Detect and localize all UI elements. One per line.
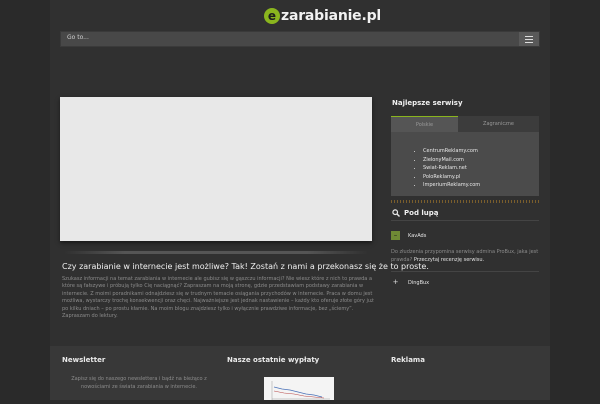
hero-image-placeholder xyxy=(60,97,372,241)
tab-panel-polskie: CentrumReklamy.com ZielonyMail.com Swiat… xyxy=(391,132,539,196)
accordion-item-label[interactable]: KavAds xyxy=(408,233,426,239)
list-item[interactable]: PoloReklamy.pl xyxy=(423,173,480,182)
nav-dropdown-label: Go to... xyxy=(67,34,89,41)
striped-divider xyxy=(391,200,539,203)
ads-heading: Reklama xyxy=(391,356,425,364)
article-body: Szukasz informacji na temat zarabiania w… xyxy=(62,276,374,320)
logo-e-icon: e xyxy=(264,8,280,24)
accordion-item-dingbux[interactable]: + DingBux xyxy=(391,278,430,287)
payout-chart-thumbnail xyxy=(271,381,330,400)
payouts-heading: Nasze ostatnie wypłaty xyxy=(227,356,320,364)
accordion-item-kavads[interactable]: – KavAds xyxy=(391,231,426,240)
list-item[interactable]: ImperiumReklamy.com xyxy=(423,181,480,190)
magnifier-icon xyxy=(392,209,400,217)
divider xyxy=(391,271,539,272)
tab-polskie[interactable]: Polskie xyxy=(391,116,458,133)
payout-proof-image[interactable] xyxy=(264,377,334,400)
list-item[interactable]: CentrumReklamy.com xyxy=(423,147,480,156)
list-item[interactable]: ZielonyMail.com xyxy=(423,156,480,165)
accordion-item-label[interactable]: DingBux xyxy=(408,280,429,286)
list-item[interactable]: Swiat-Reklam.net xyxy=(423,164,480,173)
magnifier-heading-label: Pod lupą xyxy=(404,209,439,217)
best-services-heading: Najlepsze serwisy xyxy=(392,99,463,107)
tab-zagraniczne[interactable]: Zagraniczne xyxy=(458,116,539,132)
nav-dropdown[interactable]: Go to... xyxy=(60,31,540,47)
newsletter-text: Zapisz się do naszego newslettera i bądź… xyxy=(71,376,207,390)
newsletter-heading: Newsletter xyxy=(62,356,106,364)
collapse-icon[interactable]: – xyxy=(391,231,400,240)
hero-shadow-divider xyxy=(64,251,368,254)
site-logo[interactable]: e zarabianie.pl xyxy=(264,7,381,25)
kavads-description: Do złudzenia przypomina serwisy admina P… xyxy=(391,249,539,264)
services-tabs: Polskie Zagraniczne xyxy=(391,116,539,133)
article-title[interactable]: Czy zarabianie w internecie jest możliwe… xyxy=(62,262,429,271)
magnifier-heading: Pod lupą xyxy=(392,209,439,217)
expand-icon[interactable]: + xyxy=(391,278,400,287)
logo-text: zarabianie.pl xyxy=(281,8,382,24)
services-list: CentrumReklamy.com ZielonyMail.com Swiat… xyxy=(391,147,480,190)
hamburger-menu-icon[interactable] xyxy=(519,32,539,46)
divider xyxy=(391,220,539,221)
review-link[interactable]: Przeczytaj recenzję serwisu. xyxy=(414,257,484,263)
